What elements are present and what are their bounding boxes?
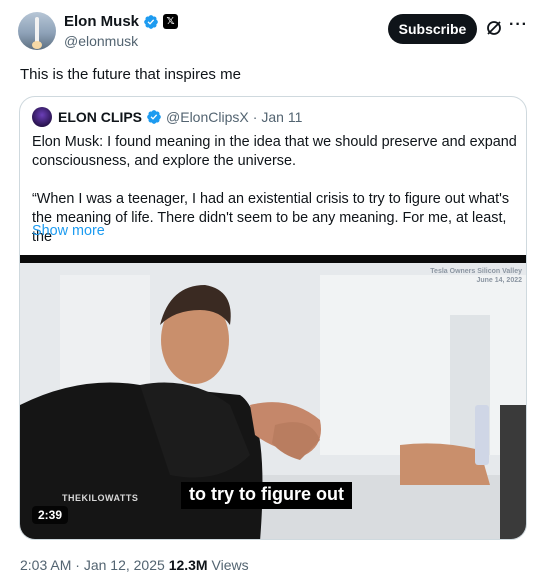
quoted-tweet-header: ELON CLIPS @ElonClipsX · Jan 11: [32, 107, 302, 127]
show-more-link[interactable]: Show more: [32, 223, 105, 239]
author-name[interactable]: Elon Musk: [64, 13, 139, 30]
views-count[interactable]: 12.3M: [169, 557, 208, 573]
rocket-graphic: [35, 17, 39, 43]
quoted-paragraph-1: Elon Musk: I found meaning in the idea t…: [32, 134, 517, 169]
video-watermark-left: THEKILOWATTS: [62, 493, 139, 503]
video-duration-badge: 2:39: [32, 506, 69, 524]
quoted-paragraph-2: “When I was a teenager, I had an existen…: [32, 191, 510, 245]
grok-icon[interactable]: [485, 19, 503, 37]
quoted-date[interactable]: Jan 11: [261, 109, 302, 125]
subscribe-button[interactable]: Subscribe: [388, 14, 477, 44]
tweet-date[interactable]: Jan 12, 2025: [84, 557, 165, 573]
quoted-author-handle[interactable]: @ElonClipsX: [166, 109, 249, 125]
x-affiliation-icon: 𝕏: [163, 14, 179, 29]
verified-badge-icon: [144, 14, 158, 29]
video-watermark-top: Tesla Owners Silicon Valley June 14, 202…: [430, 267, 522, 285]
meta-separator: ·: [75, 557, 80, 573]
quoted-tweet-card[interactable]: ELON CLIPS @ElonClipsX · Jan 11 Elon Mus…: [19, 96, 527, 540]
avatar[interactable]: [18, 12, 56, 50]
views-label: Views: [211, 557, 249, 573]
more-icon[interactable]: ···: [509, 16, 528, 34]
video-player[interactable]: Tesla Owners Silicon Valley June 14, 202…: [20, 255, 526, 539]
tweet-text: This is the future that inspires me: [20, 66, 241, 83]
author-handle[interactable]: @elonmusk: [64, 33, 138, 49]
author-name-row: Elon Musk 𝕏: [64, 13, 179, 30]
quoted-separator: ·: [252, 109, 258, 125]
watermark-line-1: Tesla Owners Silicon Valley: [430, 268, 522, 275]
quoted-tweet-body: Elon Musk: I found meaning in the idea t…: [32, 133, 522, 247]
video-caption: to try to figure out: [181, 482, 352, 509]
quoted-author-avatar[interactable]: [32, 107, 52, 127]
tweet-meta: 2:03 AM · Jan 12, 2025 12.3M Views: [20, 557, 249, 573]
rocket-flame-graphic: [32, 41, 42, 49]
quoted-author-name[interactable]: ELON CLIPS: [58, 109, 142, 125]
tweet-time[interactable]: 2:03 AM: [20, 557, 71, 573]
watermark-line-2: June 14, 2022: [476, 277, 522, 284]
tweet-header: Elon Musk 𝕏 @elonmusk Subscribe ···: [18, 12, 528, 52]
quoted-verified-badge-icon: [147, 110, 161, 124]
